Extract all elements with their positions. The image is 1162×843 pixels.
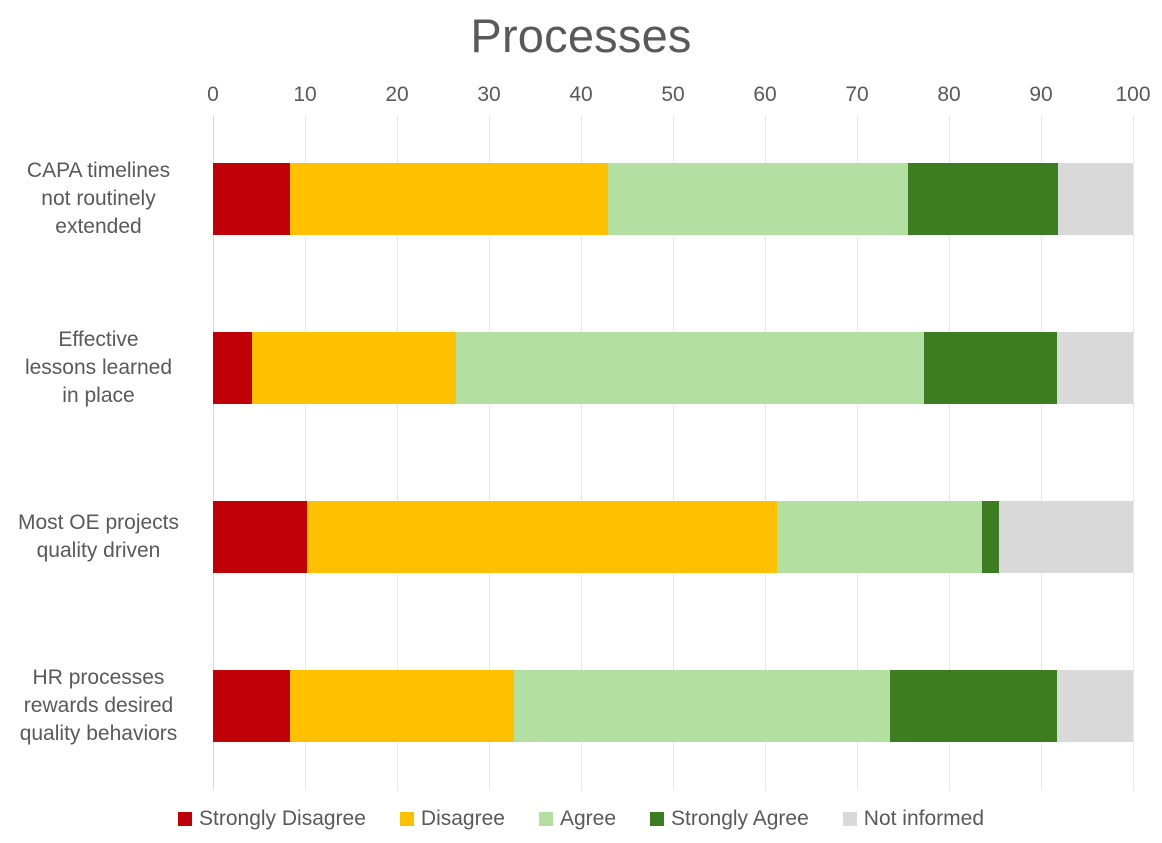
bar-segment[interactable] — [213, 500, 307, 573]
bar-segment[interactable] — [907, 163, 1058, 236]
x-axis-tick-100: 100 — [1115, 83, 1151, 106]
x-axis-tick-40: 40 — [569, 83, 593, 106]
category-label: Effective lessons learned in place — [0, 326, 197, 410]
bar-group — [213, 332, 1133, 405]
bar-segment[interactable] — [890, 669, 1057, 742]
category-label-line: Effective — [58, 328, 139, 352]
x-axis-tick-50: 50 — [661, 83, 685, 106]
bar-segment[interactable] — [306, 500, 777, 573]
bar-segment[interactable] — [1056, 332, 1133, 405]
legend-item[interactable]: Not informed — [842, 806, 984, 832]
legend-label: Agree — [559, 807, 617, 830]
category-label-line: CAPA timelines — [26, 159, 171, 183]
legend-item[interactable]: Strongly Disagree — [178, 806, 366, 832]
category-label: HR processes rewards desired quality behav… — [0, 664, 197, 748]
bar-segment[interactable] — [290, 163, 608, 236]
bar-segment[interactable] — [455, 332, 925, 405]
x-axis-tick-60: 60 — [753, 83, 777, 106]
legend-swatch-icon — [842, 812, 857, 826]
bar-segment[interactable] — [776, 500, 983, 573]
chart-title: Processes — [470, 9, 692, 62]
category-label-line: in place — [62, 384, 135, 408]
bar-segment[interactable] — [213, 669, 291, 742]
x-axis-tick-80: 80 — [937, 83, 961, 106]
bar-segment[interactable] — [213, 332, 252, 405]
bar-group — [213, 163, 1133, 236]
x-axis-tick-10: 10 — [293, 83, 317, 106]
bar-segment[interactable] — [607, 163, 908, 236]
category-label-line: quality driven — [36, 538, 161, 562]
legend-item[interactable]: Strongly Agree — [650, 806, 809, 832]
legend-swatch-icon — [538, 812, 553, 826]
category-label-line: extended — [55, 215, 142, 239]
bar-segment[interactable] — [513, 669, 891, 742]
legend-item[interactable]: Disagree — [399, 806, 505, 832]
category-label-line: quality behaviors — [19, 721, 178, 745]
legend-label: Strongly Agree — [671, 807, 809, 830]
category-label-line: not routinely — [41, 187, 156, 211]
bar-group — [213, 500, 1133, 573]
x-axis-tick-0: 0 — [207, 83, 219, 106]
x-axis-tick-90: 90 — [1029, 83, 1053, 106]
bar-segment[interactable] — [982, 500, 999, 573]
chart-legend: Strongly Disagree Disagree Agree Strongly A… — [0, 806, 1162, 832]
category-label-line: Most OE projects — [17, 510, 180, 534]
bar-segment[interactable] — [924, 332, 1057, 405]
category-label-line: lessons learned — [24, 356, 173, 380]
category-label: Most OE projects quality driven — [0, 509, 197, 565]
bar-segment[interactable] — [1056, 669, 1133, 742]
category-axis-labels: CAPA timelines not routinely extended Effec… — [0, 115, 205, 790]
legend-swatch-icon — [650, 812, 665, 826]
bar-segment[interactable] — [213, 163, 291, 236]
category-label-line: rewards desired — [23, 693, 174, 717]
bar-group — [213, 669, 1133, 742]
category-label-line: HR processes — [32, 665, 165, 689]
legend-label: Strongly Disagree — [199, 807, 366, 830]
category-label: CAPA timelines not routinely extended — [0, 157, 197, 241]
bar-segment[interactable] — [1057, 163, 1133, 236]
chart-container: Processes 0 10 20 30 40 50 60 70 80 90 100 CAPA ti… — [0, 0, 1162, 843]
bar-segment[interactable] — [998, 500, 1133, 573]
x-axis-tick-labels: 0 10 20 30 40 50 60 70 80 90 100 — [0, 82, 1162, 108]
x-axis-tick-30: 30 — [477, 83, 501, 106]
legend-label: Disagree — [420, 807, 505, 830]
bar-segment[interactable] — [290, 669, 514, 742]
legend-swatch-icon — [399, 812, 414, 826]
legend-item[interactable]: Agree — [538, 806, 617, 832]
plot-area — [213, 115, 1134, 790]
x-axis-tick-20: 20 — [385, 83, 409, 106]
legend-swatch-icon — [178, 812, 192, 826]
gridline-100 — [1133, 115, 1134, 790]
bar-segment[interactable] — [251, 332, 456, 405]
x-axis-tick-70: 70 — [845, 83, 869, 106]
legend-label: Not informed — [863, 807, 984, 830]
